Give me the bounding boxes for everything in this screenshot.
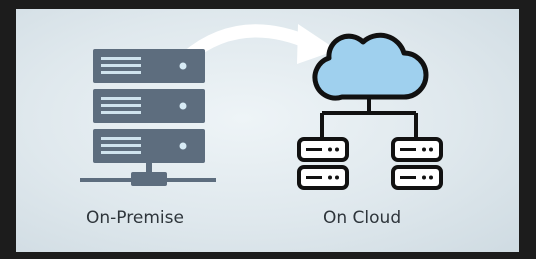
transfer-arrow-icon (179, 24, 337, 65)
screenshot-frame: On-Premise On Cloud (0, 0, 536, 259)
server-unit-middle (93, 89, 205, 123)
server-small-right-icon (391, 137, 443, 190)
server-small-left-icon (297, 137, 349, 190)
server-unit-top (93, 49, 205, 83)
server-stack-icon (93, 49, 205, 163)
server-unit-bottom (93, 129, 205, 163)
on-cloud-label: On Cloud (323, 208, 402, 228)
migration-diagram (80, 24, 443, 190)
network-base-icon (80, 163, 216, 186)
cloud-icon (312, 32, 429, 101)
connector-lines-icon (320, 98, 418, 137)
on-premise-label: On-Premise (86, 208, 184, 228)
